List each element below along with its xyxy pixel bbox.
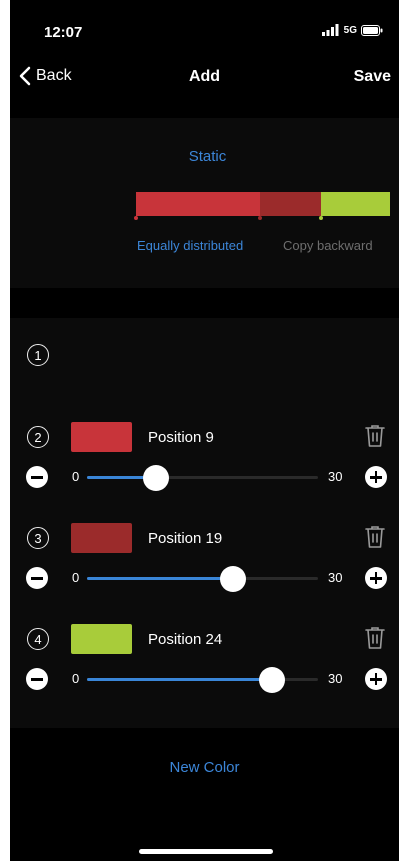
copy-backward-button[interactable]: Copy backward (283, 238, 373, 253)
save-button[interactable]: Save (354, 68, 391, 86)
slider-thumb[interactable] (220, 565, 247, 592)
decrease-button[interactable] (26, 567, 48, 589)
page-title: Add (188, 68, 221, 85)
decrease-button[interactable] (26, 668, 48, 690)
increase-button[interactable] (365, 567, 387, 589)
network-label: 5G (343, 24, 357, 36)
position-label: Position 9 (148, 429, 214, 446)
slider-min-label: 0 (72, 469, 80, 484)
slider-fill (87, 577, 234, 580)
position-slider[interactable] (87, 464, 318, 491)
app-screen: 12:07 5G Back Add Save Static Equally di… (10, 0, 399, 861)
color-swatch[interactable] (71, 422, 132, 452)
trash-icon[interactable] (363, 625, 387, 651)
trash-icon[interactable] (363, 524, 387, 550)
color-list-panel (10, 318, 399, 728)
color-index-badge: 1 (27, 344, 49, 366)
increase-button[interactable] (365, 466, 387, 488)
gradient-segment (260, 192, 322, 216)
color-index-badge: 2 (27, 426, 49, 448)
signal-icon (321, 24, 339, 36)
color-gradient-preview (136, 192, 390, 216)
gradient-segment (321, 192, 390, 216)
slider-thumb[interactable] (258, 666, 285, 693)
slider-min-label: 0 (72, 570, 80, 585)
slider-min-label: 0 (72, 671, 80, 686)
gradient-segment (136, 192, 261, 216)
new-color-button[interactable]: New Color (10, 759, 399, 776)
status-icons: 5G (321, 24, 383, 36)
status-time: 12:07 (44, 24, 83, 41)
decrease-button[interactable] (26, 466, 48, 488)
status-bar: 12:07 5G (10, 0, 399, 56)
color-index-badge: 3 (27, 527, 49, 549)
home-indicator (139, 849, 273, 854)
navigation-bar: Back Add Save (10, 56, 399, 100)
slider-fill (87, 678, 272, 681)
color-swatch[interactable] (71, 523, 132, 553)
slider-max-label: 30 (328, 570, 343, 585)
position-label: Position 24 (148, 631, 223, 648)
color-swatch[interactable] (71, 624, 132, 654)
slider-max-label: 30 (328, 469, 343, 484)
increase-button[interactable] (365, 668, 387, 690)
position-slider[interactable] (87, 666, 318, 693)
slider-thumb[interactable] (143, 464, 170, 491)
slider-max-label: 30 (328, 671, 343, 686)
battery-icon (361, 24, 383, 36)
equally-distributed-button[interactable]: Equally distributed (137, 238, 243, 253)
position-label: Position 19 (148, 530, 223, 547)
color-index-badge: 4 (27, 628, 49, 650)
trash-icon[interactable] (363, 423, 387, 449)
mode-selector[interactable]: Static (10, 148, 399, 165)
gradient-stop-marker (134, 216, 138, 220)
position-slider[interactable] (87, 565, 318, 592)
